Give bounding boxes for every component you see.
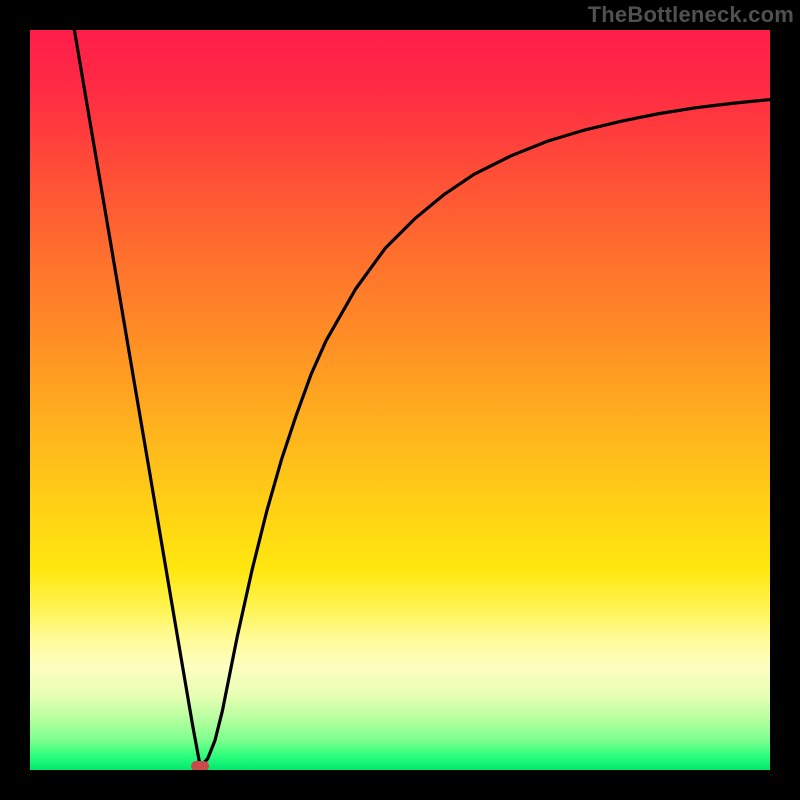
chart-frame: TheBottleneck.com [0,0,800,800]
curve-svg [30,30,770,770]
bottleneck-curve-path [74,30,770,766]
optimal-point-marker [191,761,209,770]
plot-area [30,30,770,770]
attribution-label: TheBottleneck.com [588,2,794,28]
